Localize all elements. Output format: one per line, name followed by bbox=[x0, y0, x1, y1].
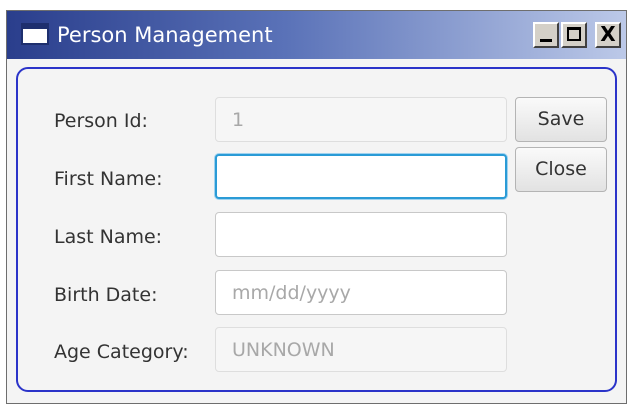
close-button[interactable]: Close bbox=[515, 147, 607, 192]
age-category-field bbox=[215, 327, 507, 372]
first-name-label: First Name: bbox=[54, 168, 163, 190]
last-name-field[interactable] bbox=[215, 212, 507, 257]
window-title: Person Management bbox=[57, 23, 273, 47]
maximize-button[interactable] bbox=[561, 22, 587, 48]
person-id-field bbox=[215, 97, 507, 142]
last-name-label: Last Name: bbox=[54, 226, 163, 248]
title-bar[interactable]: Person Management X bbox=[7, 11, 626, 59]
save-button[interactable]: Save bbox=[515, 97, 607, 142]
minimize-button[interactable] bbox=[533, 22, 559, 48]
close-icon: X bbox=[600, 22, 616, 46]
maximize-icon bbox=[567, 27, 581, 41]
person-id-label: Person Id: bbox=[54, 110, 148, 132]
birth-date-field[interactable] bbox=[215, 270, 507, 315]
minimize-icon bbox=[540, 39, 552, 42]
first-name-field[interactable] bbox=[215, 154, 507, 199]
age-category-label: Age Category: bbox=[54, 341, 189, 363]
birth-date-label: Birth Date: bbox=[54, 284, 158, 306]
person-form-panel: Person Id: First Name: Last Name: Birth … bbox=[16, 67, 617, 392]
window-close-button[interactable]: X bbox=[595, 22, 621, 48]
app-window: Person Management X Person Id: First Nam… bbox=[6, 10, 627, 404]
app-window-icon bbox=[21, 23, 49, 45]
